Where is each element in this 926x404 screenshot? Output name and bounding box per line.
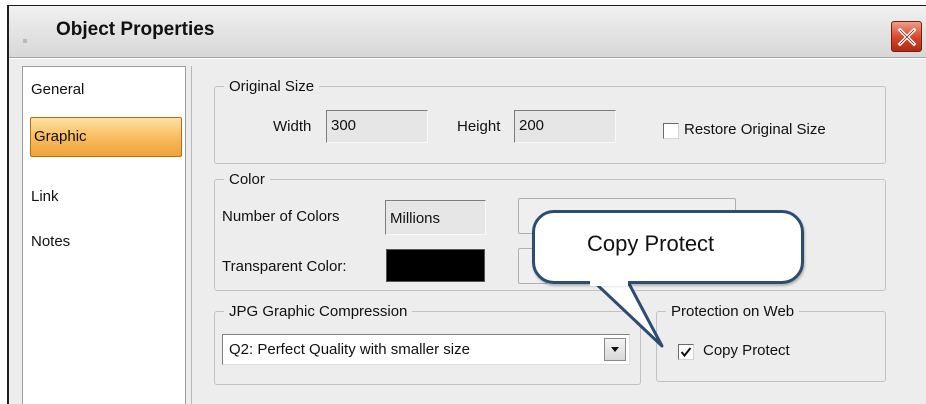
transparent-color-label: Transparent Color:	[222, 258, 347, 275]
jpg-compression-legend: JPG Graphic Compression	[229, 303, 408, 320]
width-label: Width	[273, 118, 312, 135]
restore-original-size-checkbox[interactable]	[663, 123, 679, 139]
jpg-compression-select[interactable]: Q2: Perfect Quality with smaller size	[222, 334, 630, 365]
copy-protect-callout: Copy Protect	[532, 210, 804, 284]
checkmark-icon	[680, 347, 692, 358]
height-label: Height	[457, 118, 501, 135]
chevron-down-icon	[611, 347, 619, 352]
height-field[interactable]: 200	[514, 110, 616, 143]
sidebar-item-label: Graphic	[34, 128, 87, 145]
restore-original-size-label: Restore Original Size	[684, 121, 826, 138]
dropdown-button[interactable]	[604, 338, 626, 361]
jpg-compression-value: Q2: Perfect Quality with smaller size	[229, 341, 470, 358]
width-field[interactable]: 300	[326, 110, 428, 143]
close-button[interactable]	[891, 21, 922, 52]
sidebar-item-graphic[interactable]: Graphic	[30, 117, 182, 157]
transparent-color-swatch[interactable]	[386, 249, 485, 282]
sidebar-item-notes[interactable]: Notes	[31, 233, 70, 250]
title-bar[interactable]: Object Properties	[9, 6, 926, 58]
sidebar-item-link[interactable]: Link	[31, 188, 59, 205]
protection-on-web-legend: Protection on Web	[671, 303, 795, 320]
callout-text: Copy Protect	[587, 231, 715, 256]
window-menu-icon	[23, 39, 27, 43]
copy-protect-checkbox[interactable]	[678, 344, 694, 360]
close-x-icon	[897, 27, 917, 47]
sidebar-item-general[interactable]: General	[31, 81, 84, 98]
sidebar: General Graphic Link Notes	[22, 66, 186, 404]
window-title: Object Properties	[56, 19, 215, 40]
original-size-legend: Original Size	[229, 78, 315, 95]
color-legend: Color	[229, 171, 265, 188]
number-of-colors-field[interactable]: Millions	[385, 200, 486, 235]
number-of-colors-label: Number of Colors	[222, 208, 340, 225]
copy-protect-label: Copy Protect	[703, 342, 790, 359]
